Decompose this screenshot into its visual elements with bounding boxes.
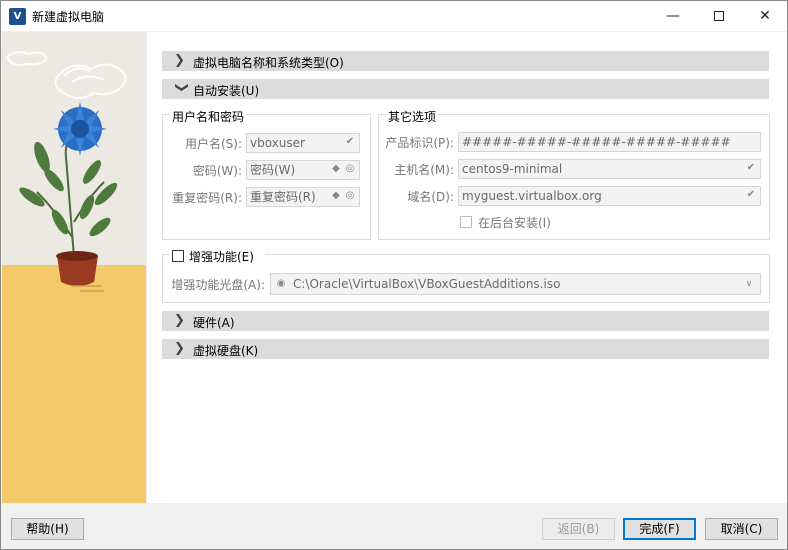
close-button[interactable]: ✕ xyxy=(742,1,788,31)
finish-button[interactable]: 完成(F) xyxy=(623,518,696,540)
chevron-right-icon: ❯ xyxy=(174,341,185,356)
warning-icon: ◆ xyxy=(332,190,340,201)
warning-icon: ◆ xyxy=(332,163,340,174)
chevron-right-icon: ❯ xyxy=(174,53,185,68)
guest-additions-iso-label: 增强功能光盘(A): xyxy=(171,278,265,292)
valid-check-icon: ✔ xyxy=(345,136,355,147)
valid-check-icon: ✔ xyxy=(746,162,756,173)
show-password-eye-icon[interactable]: ◎ xyxy=(344,163,356,175)
section-hardware-label: 硬件(A) xyxy=(193,316,235,330)
password-field[interactable]: 密码(W) ◆ ◎ xyxy=(246,160,360,180)
password-placeholder: 密码(W) xyxy=(250,163,296,177)
show-password-eye-icon[interactable]: ◎ xyxy=(344,190,356,202)
virtualbox-logo-icon: V xyxy=(9,8,26,25)
disc-icon: ◉ xyxy=(276,278,286,289)
domain-label: 域名(D): xyxy=(407,190,454,204)
section-unattended-header[interactable]: ❯ 自动安装(U) xyxy=(162,79,769,99)
guest-additions-checkbox[interactable] xyxy=(172,250,184,262)
wizard-illustration xyxy=(2,32,146,503)
valid-check-icon: ✔ xyxy=(746,189,756,200)
guest-additions-iso-path: C:\Oracle\VirtualBox\VBoxGuestAdditions.… xyxy=(293,277,561,291)
section-hardware-header[interactable]: ❯ 硬件(A) xyxy=(162,311,769,331)
domain-field[interactable]: myguest.virtualbox.org ✔ xyxy=(458,186,761,206)
product-key-value: #####-#####-#####-#####-##### xyxy=(462,135,731,149)
title-bar: V 新建虚拟电脑 — ✕ xyxy=(1,1,787,31)
wizard-content: ❯ 虚拟电脑名称和系统类型(O) ❯ 自动安装(U) 用户名和密码 用户名(S)… xyxy=(147,32,787,503)
help-button[interactable]: 帮助(H) xyxy=(11,518,84,540)
repeat-password-label: 重复密码(R): xyxy=(172,191,242,205)
maximize-icon xyxy=(714,11,724,21)
chevron-down-icon: ❯ xyxy=(174,82,189,93)
other-options-group-title: 其它选项 xyxy=(386,108,439,125)
hostname-label: 主机名(M): xyxy=(394,163,454,177)
repeat-password-placeholder: 重复密码(R) xyxy=(250,190,316,204)
guest-additions-label: 增强功能(E) xyxy=(189,250,254,264)
minimize-button[interactable]: — xyxy=(650,1,696,31)
repeat-password-field[interactable]: 重复密码(R) ◆ ◎ xyxy=(246,187,360,207)
section-unattended-label: 自动安装(U) xyxy=(193,84,260,98)
cancel-button[interactable]: 取消(C) xyxy=(705,518,778,540)
section-harddisk-label: 虚拟硬盘(K) xyxy=(193,344,259,358)
window-title: 新建虚拟电脑 xyxy=(32,10,105,24)
username-label: 用户名(S): xyxy=(184,137,242,151)
install-in-background-checkbox[interactable] xyxy=(460,216,472,228)
chevron-down-icon[interactable]: ∨ xyxy=(743,278,755,290)
maximize-button[interactable] xyxy=(696,1,742,31)
section-name-os-header[interactable]: ❯ 虚拟电脑名称和系统类型(O) xyxy=(162,51,769,71)
flower-pot-illustration-icon xyxy=(5,51,127,292)
chevron-right-icon: ❯ xyxy=(174,313,185,328)
button-bar: 帮助(H) 返回(B) 完成(F) 取消(C) xyxy=(1,504,787,549)
password-label: 密码(W): xyxy=(192,164,242,178)
guest-additions-toggle[interactable]: 增强功能(E) xyxy=(169,248,265,264)
domain-value: myguest.virtualbox.org xyxy=(462,189,602,203)
user-password-group: 用户名和密码 用户名(S): vboxuser ✔ 密码(W): 密码(W) ◆… xyxy=(162,108,371,240)
hostname-field[interactable]: centos9-minimal ✔ xyxy=(458,159,761,179)
product-key-field[interactable]: #####-#####-#####-#####-##### xyxy=(458,132,761,152)
username-value: vboxuser xyxy=(250,136,305,150)
section-harddisk-header[interactable]: ❯ 虚拟硬盘(K) xyxy=(162,339,769,359)
guest-additions-group: 增强功能(E) 增强功能光盘(A): ◉ C:\Oracle\VirtualBo… xyxy=(162,248,770,303)
username-field[interactable]: vboxuser ✔ xyxy=(246,133,360,153)
install-in-background-label: 在后台安装(I) xyxy=(478,216,551,230)
guest-additions-iso-select[interactable]: ◉ C:\Oracle\VirtualBox\VBoxGuestAddition… xyxy=(270,273,761,295)
new-vm-dialog: V 新建虚拟电脑 — ✕ ❯ 虚拟电脑名称和系统类型(O) ❯ 自动安装(U) … xyxy=(0,0,788,550)
product-key-label: 产品标识(P): xyxy=(385,136,454,150)
back-button[interactable]: 返回(B) xyxy=(542,518,615,540)
user-password-group-title: 用户名和密码 xyxy=(170,108,247,125)
section-name-os-label: 虚拟电脑名称和系统类型(O) xyxy=(193,56,344,70)
hostname-value: centos9-minimal xyxy=(462,162,563,176)
other-options-group: 其它选项 产品标识(P): #####-#####-#####-#####-##… xyxy=(378,108,770,240)
